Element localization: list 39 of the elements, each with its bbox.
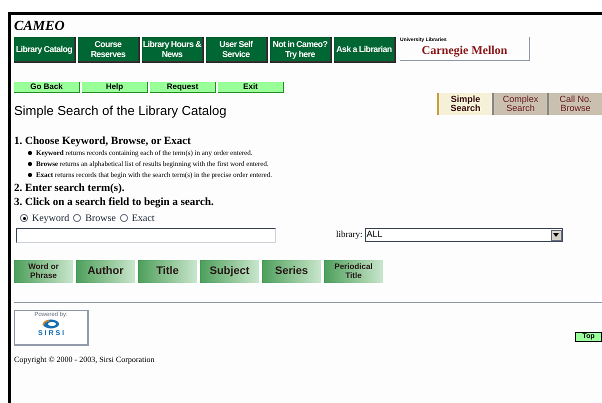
radio-button[interactable] — [73, 214, 82, 222]
step-text: 3. Click on a search field to begin a search. — [14, 194, 215, 208]
nav-button[interactable]: Ask a Librarian — [334, 37, 396, 63]
nav-button[interactable]: User Self Service — [206, 37, 268, 63]
bullet-icon — [28, 173, 32, 177]
site-title: CAMEO — [14, 19, 66, 35]
nav-button[interactable]: Course Reserves — [78, 37, 140, 63]
field-button[interactable]: Series — [262, 260, 321, 282]
nav-button[interactable]: Not in Cameo? Try here — [270, 37, 332, 63]
radio-label: Exact — [132, 212, 155, 226]
field-button[interactable]: Word or Phrase — [14, 260, 73, 282]
step-text: 2. Enter search term(s). — [14, 180, 126, 194]
action-button[interactable]: Help — [82, 82, 148, 93]
radio-label: Keyword — [32, 212, 70, 226]
logo-name: Carnegie Mellon — [420, 43, 508, 57]
step-text: 1. Choose Keyword, Browse, or Exact — [14, 134, 192, 148]
bullet-icon — [28, 162, 32, 166]
radio-label: Browse — [85, 212, 116, 226]
swirl-icon — [42, 318, 60, 328]
field-button[interactable]: Title — [138, 260, 197, 282]
search-tab[interactable]: Call No. Browse — [547, 93, 602, 115]
radio-button[interactable] — [20, 214, 28, 222]
action-button[interactable]: Exit — [218, 82, 284, 93]
field-button[interactable]: Periodical Title — [324, 260, 383, 282]
bullet-icon — [28, 151, 32, 155]
copyright-text: Copyright © 2000 - 2003, Sirsi Corporation — [14, 354, 156, 366]
field-button[interactable]: Subject — [200, 260, 259, 282]
nav-button[interactable]: Library Catalog — [14, 37, 76, 63]
action-button[interactable]: Request — [150, 82, 216, 93]
radio-button[interactable] — [120, 214, 128, 222]
action-button[interactable]: Go Back — [14, 82, 80, 93]
search-tab[interactable]: Simple Search — [437, 93, 492, 115]
field-button[interactable]: Author — [76, 260, 135, 282]
nav-button[interactable]: Library Hours & News — [142, 37, 204, 63]
library-label: library: — [336, 228, 362, 242]
page-title: Simple Search of the Library Catalog — [14, 102, 226, 120]
search-field[interactable] — [16, 228, 276, 242]
library-select[interactable]: ALL — [364, 228, 562, 242]
search-tab[interactable]: Complex Search — [492, 93, 547, 115]
